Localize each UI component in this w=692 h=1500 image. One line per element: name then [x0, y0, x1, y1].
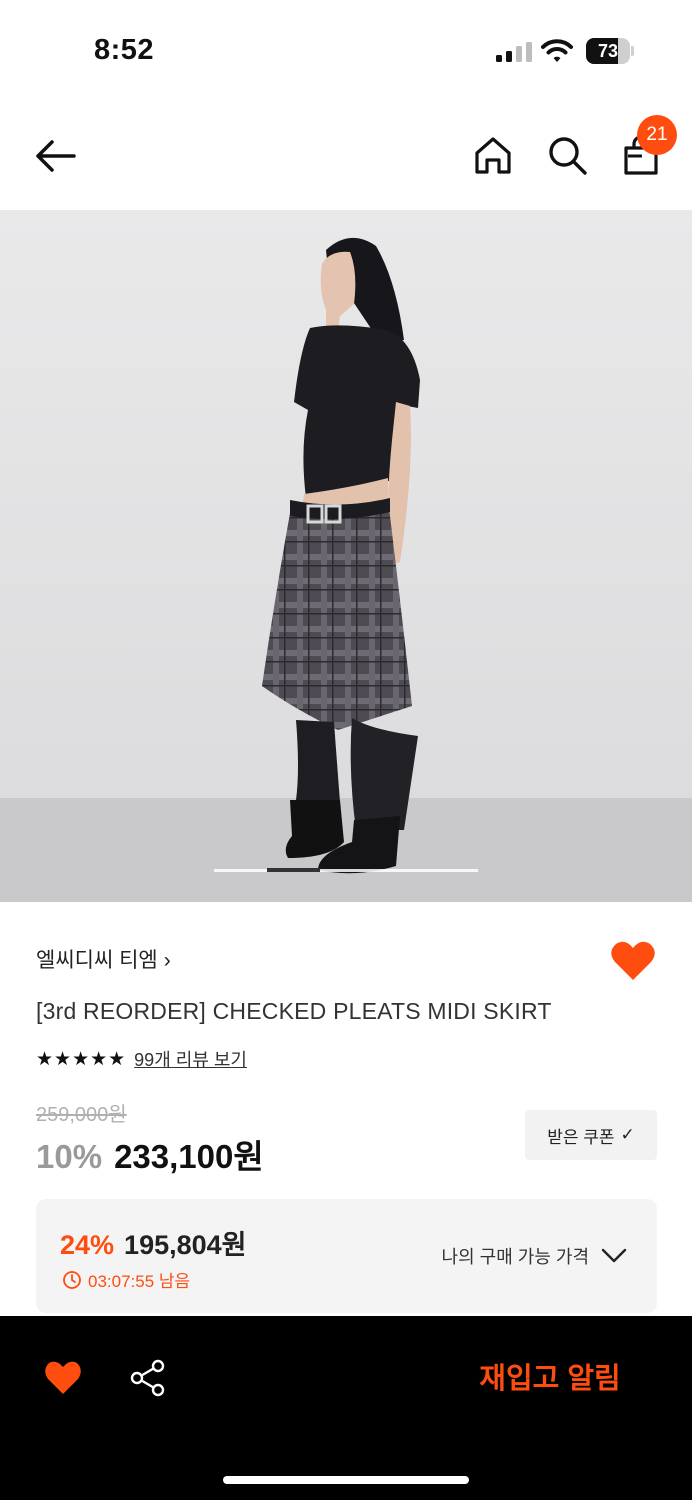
status-bar: 8:52 73 — [0, 0, 692, 100]
rating-stars: ★★★★★ — [36, 1048, 127, 1070]
brand-name: 엘씨디씨 티엠 — [36, 949, 158, 972]
check-icon: ✓ — [620, 1125, 635, 1144]
battery-icon: 73 — [586, 38, 634, 64]
product-photo — [0, 210, 692, 902]
cart-count-badge: 21 — [637, 115, 677, 155]
rating-row: ★★★★★ 99개 리뷰 보기 — [36, 1046, 247, 1072]
coupon-label: 받은 쿠폰 — [547, 1127, 615, 1147]
my-price-row: 24% 195,804원 — [60, 1223, 247, 1262]
share-icon[interactable] — [128, 1358, 168, 1398]
home-indicator — [223, 1476, 469, 1484]
my-price-rate: 24% — [60, 1230, 115, 1260]
top-navigation — [0, 100, 692, 210]
my-price-toggle[interactable]: 나의 구매 가능 가격 — [442, 1243, 627, 1269]
signal-icon — [496, 42, 532, 62]
home-icon[interactable] — [472, 134, 514, 176]
reviews-link[interactable]: 99개 리뷰 보기 — [134, 1046, 247, 1072]
discount-rate: 10% — [36, 1138, 103, 1175]
wifi-icon — [541, 39, 573, 62]
restock-alert-button[interactable]: 재입고 알림 — [460, 1356, 640, 1402]
timer-text: 03:07:55 남음 — [88, 1272, 191, 1291]
battery-level: 73 — [597, 41, 619, 61]
my-price-amount: 195,804원 — [124, 1230, 247, 1260]
chevron-right-icon: › — [163, 949, 171, 972]
sale-price: 233,100원 — [114, 1138, 264, 1175]
price-timer: 03:07:55 남음 — [62, 1267, 190, 1292]
bottom-action-bar: 재입고 알림 — [0, 1316, 692, 1500]
received-coupon-button[interactable]: 받은 쿠폰 ✓ — [525, 1110, 657, 1160]
my-price-label: 나의 구매 가능 가격 — [441, 1247, 589, 1267]
price-row: 10% 233,100원 — [36, 1130, 264, 1178]
back-arrow-icon[interactable] — [32, 136, 80, 176]
image-pager — [214, 868, 478, 872]
brand-link[interactable]: 엘씨디씨 티엠 › — [36, 944, 171, 974]
heart-icon[interactable] — [44, 1360, 82, 1396]
product-image-carousel[interactable] — [0, 210, 692, 902]
clock-icon — [63, 1270, 81, 1289]
search-icon[interactable] — [546, 134, 588, 176]
status-time: 8:52 — [94, 34, 155, 66]
heart-icon[interactable] — [610, 940, 656, 982]
my-purchasable-price-box[interactable]: 24% 195,804원 03:07:55 남음 나의 구매 가능 가격 — [36, 1199, 657, 1313]
product-name: [3rd REORDER] CHECKED PLEATS MIDI SKIRT — [36, 998, 552, 1024]
image-pager-indicator — [266, 868, 320, 872]
chevron-down-icon — [601, 1248, 627, 1263]
original-price: 259,000원 — [36, 1104, 127, 1126]
